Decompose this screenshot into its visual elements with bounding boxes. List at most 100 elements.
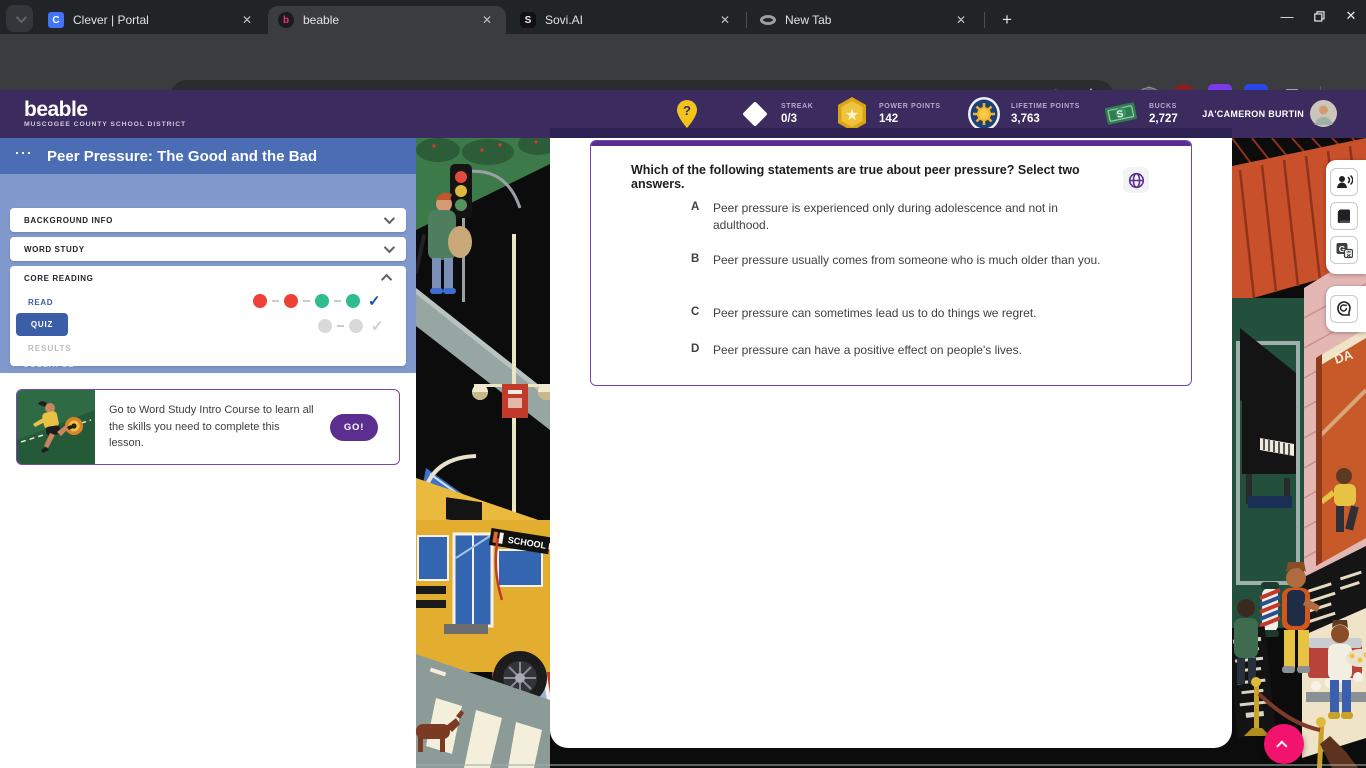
dictionary-button[interactable] [1330, 202, 1358, 230]
tab-title: beable [303, 13, 468, 27]
dictionary-icon [1335, 207, 1353, 225]
head-refresh-button[interactable] [1330, 295, 1358, 323]
chromium-favicon [760, 15, 776, 25]
read-complete-check-icon: ✓ [368, 292, 381, 310]
tab-beable[interactable]: b beable ✕ [268, 6, 506, 34]
sovi-favicon: S [520, 12, 536, 28]
progress-dot [315, 294, 329, 308]
accordion-label: WORD STUDY [24, 245, 384, 254]
accordion-background-info[interactable]: BACKGROUND INFO [10, 208, 406, 232]
head-refresh-icon [1335, 300, 1353, 318]
read-step-label[interactable]: READ [28, 298, 53, 307]
word-study-promo-banner: Go to Word Study Intro Course to learn a… [16, 389, 400, 465]
lesson-title-bar: ⋯ Peer Pressure: The Good and the Bad [0, 138, 416, 174]
globe-icon [1128, 172, 1145, 189]
tab-title: Sovi.AI [545, 13, 706, 27]
tab-close-icon[interactable]: ✕ [716, 12, 734, 28]
soccer-player-image [17, 390, 95, 464]
diamond-icon [738, 97, 772, 131]
promo-text: Go to Word Study Intro Course to learn a… [109, 402, 314, 464]
translate-question-button[interactable] [1123, 167, 1149, 193]
tab-close-icon[interactable]: ✕ [952, 12, 970, 28]
quiz-option-d[interactable]: Peer pressure can have a positive effect… [713, 342, 1113, 359]
content-top-strip [550, 128, 1232, 138]
option-letter: C [691, 306, 699, 318]
tab-clever-portal[interactable]: C Clever | Portal ✕ [38, 6, 266, 34]
chevron-up-icon [1276, 740, 1287, 751]
window-restore-button[interactable] [1304, 2, 1334, 30]
tab-search-button[interactable] [6, 5, 33, 32]
stat-value: 0/3 [781, 113, 813, 125]
tab-new-tab[interactable]: New Tab ✕ [750, 6, 980, 34]
tab-separator [746, 12, 747, 28]
stat-value: 2,727 [1149, 113, 1178, 125]
reading-tools-group: G [1326, 160, 1366, 274]
restore-icon [1314, 11, 1325, 22]
quiz-step-button[interactable]: QUIZ [16, 313, 68, 336]
chevron-down-icon [384, 213, 395, 224]
tab-separator [984, 12, 985, 28]
beable-favicon: b [278, 12, 294, 28]
stat-value: 142 [879, 113, 941, 125]
quiz-card: Which of the following statements are tr… [590, 140, 1192, 386]
accordion-core-reading: CORE READING READ ✓ QUIZ ✓ RESULTS [10, 266, 406, 366]
quiz-progress-dots: ✓ [318, 317, 384, 335]
translate-icon: G [1335, 241, 1353, 259]
tab-title: New Tab [785, 13, 942, 27]
lesson-nav-panel: ✕ COLLAPSE BACKGROUND INFO WORD STUDY CO… [0, 174, 416, 373]
dance-studio-window: DA [1316, 328, 1366, 566]
option-letter: B [691, 253, 699, 265]
browser-toolbar: ← → ⟳ ⌂ muscogee.login.beable.com/lesson… [0, 34, 1366, 90]
chevron-down-icon [15, 11, 26, 22]
tab-close-icon[interactable]: ✕ [238, 12, 256, 28]
accordion-label: CORE READING [24, 274, 384, 283]
city-illustration-left: BUS STOP 22B SCHOOL BUS [416, 138, 550, 768]
stat-value: 3,763 [1011, 113, 1080, 125]
go-button[interactable]: GO! [330, 414, 378, 441]
read-aloud-icon [1335, 173, 1353, 191]
money-icon: S [1102, 97, 1140, 131]
help-pin-icon[interactable]: ? [674, 98, 700, 130]
accordion-word-study[interactable]: WORD STUDY [10, 237, 406, 261]
option-letter: D [691, 343, 699, 355]
progress-dot [284, 294, 298, 308]
svg-text:?: ? [683, 103, 691, 118]
lesson-content-panel: Which of the following statements are tr… [550, 138, 1232, 748]
quiz-option-c[interactable]: Peer pressure can sometimes lead us to d… [713, 305, 1113, 322]
quiz-question: Which of the following statements are tr… [631, 163, 1111, 191]
quiz-option-a[interactable]: Peer pressure is experienced only during… [713, 200, 1113, 235]
stat-label: LIFETIME POINTS [1011, 103, 1080, 110]
quiz-option-b[interactable]: Peer pressure usually comes from someone… [713, 252, 1113, 269]
stat-label: POWER POINTS [879, 103, 941, 110]
read-aloud-button[interactable] [1330, 168, 1358, 196]
window-minimize-button[interactable]: — [1272, 2, 1302, 30]
stat-label: STREAK [781, 103, 813, 110]
stat-label: BUCKS [1149, 103, 1178, 110]
beable-logo[interactable]: beable [24, 98, 88, 122]
quiz-check-icon: ✓ [371, 317, 384, 335]
accordion-core-reading-header[interactable]: CORE READING [10, 266, 406, 290]
clever-favicon: C [48, 12, 64, 28]
accordion-label: BACKGROUND INFO [24, 216, 384, 225]
avatar[interactable] [1310, 100, 1337, 127]
tab-title: Clever | Portal [73, 13, 228, 27]
lesson-title: Peer Pressure: The Good and the Bad [47, 148, 317, 165]
district-label: MUSCOGEE COUNTY SCHOOL DISTRICT [24, 121, 186, 128]
option-letter: A [691, 201, 699, 213]
sun-icon [966, 96, 1002, 132]
window-close-button[interactable]: ✕ [1336, 2, 1366, 30]
results-step-label: RESULTS [28, 344, 72, 353]
translate-button[interactable]: G [1330, 236, 1358, 264]
progress-dot [318, 319, 332, 333]
user-name[interactable]: JA'CAMERON BURTIN [1196, 109, 1304, 119]
ellipsis-menu-icon[interactable]: ⋯ [14, 143, 33, 164]
read-progress-dots: ✓ [253, 292, 381, 310]
tab-sovi-ai[interactable]: S Sovi.AI ✕ [510, 6, 744, 34]
chevron-down-icon [384, 242, 395, 253]
progress-dot [253, 294, 267, 308]
new-tab-button[interactable]: + [994, 7, 1020, 33]
progress-dot [346, 294, 360, 308]
scroll-to-top-button[interactable] [1264, 724, 1304, 764]
quiz-card-top-bar [591, 141, 1192, 146]
tab-close-icon[interactable]: ✕ [478, 12, 496, 28]
